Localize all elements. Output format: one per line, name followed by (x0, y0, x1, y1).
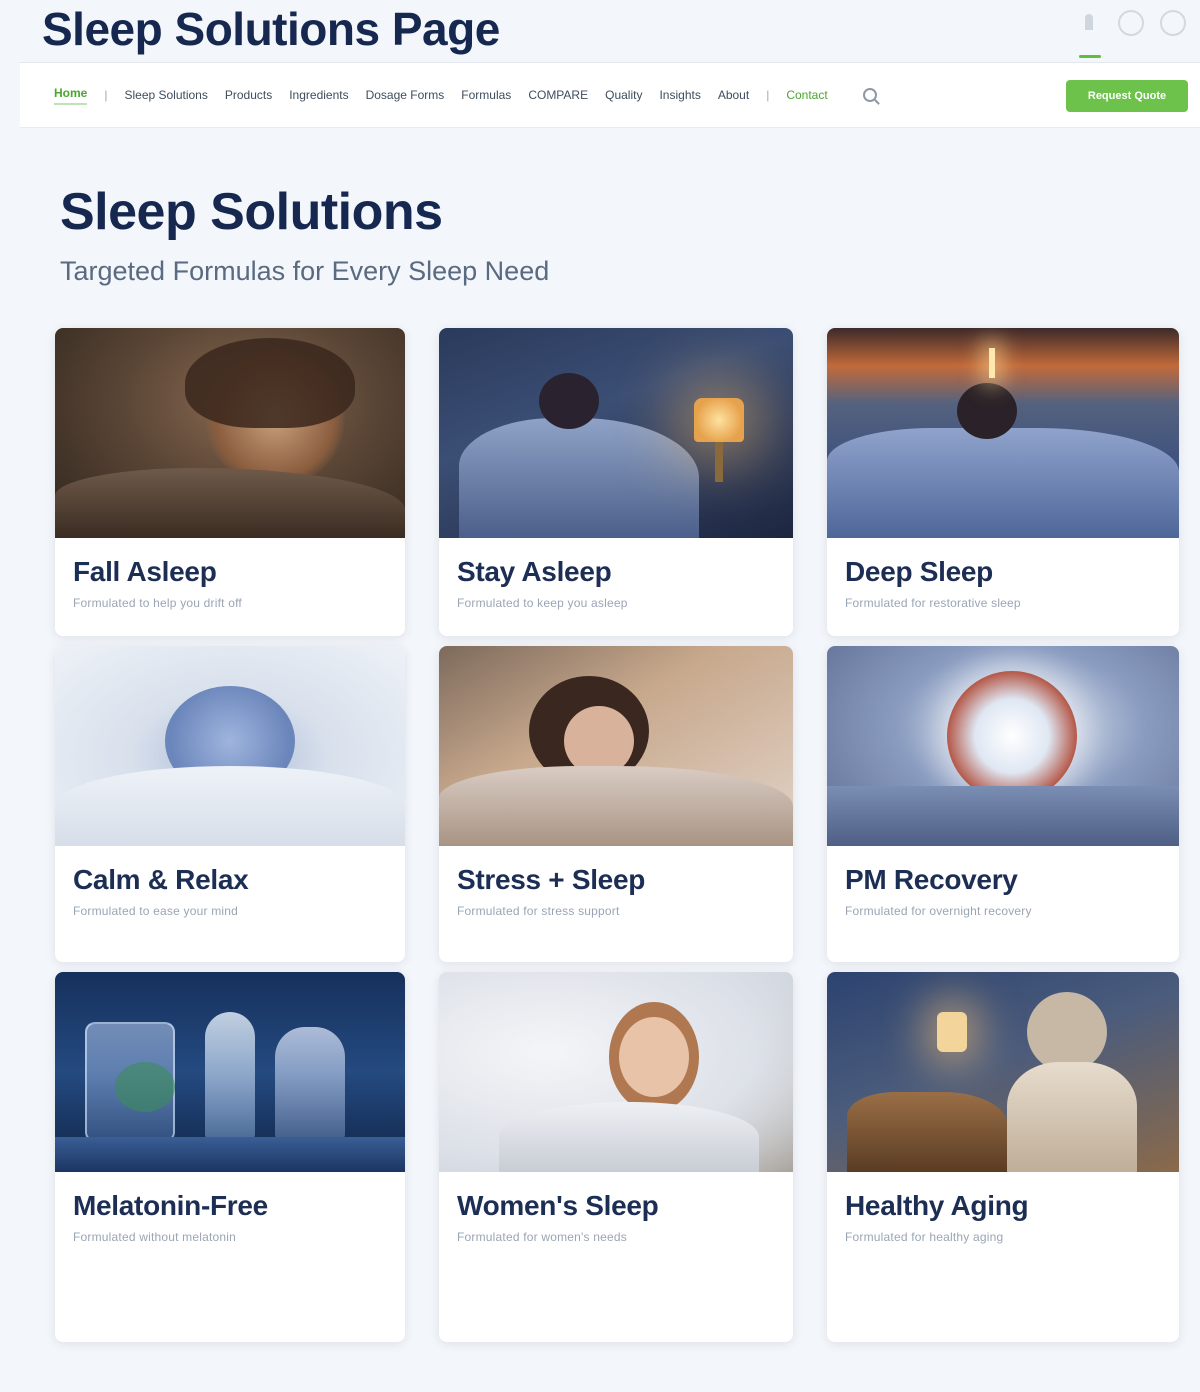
settings-icon[interactable] (1160, 10, 1186, 36)
card-title: Deep Sleep (845, 556, 993, 587)
nav-ingredients[interactable]: Ingredients (289, 88, 348, 102)
circle-icon[interactable] (1118, 10, 1144, 36)
card-description: Formulated to ease your mind (73, 904, 239, 918)
card-title: Women's Sleep (457, 1190, 659, 1221)
nav-dosage-forms[interactable]: Dosage Forms (366, 88, 445, 102)
card-image (439, 646, 793, 846)
card-title: Stay Asleep (457, 556, 612, 587)
nav-sleep-solutions[interactable]: Sleep Solutions (124, 88, 207, 102)
solution-card-fall-asleep[interactable]: Fall Asleep Formulated to help you drift… (55, 328, 405, 636)
window-controls (1076, 10, 1186, 58)
nav-separator: | (766, 88, 770, 102)
card-description: Formulated to keep you asleep (457, 596, 628, 610)
nav-formulas[interactable]: Formulas (461, 88, 511, 102)
solution-card-stay-asleep[interactable]: Stay Asleep Formulated to keep you aslee… (439, 328, 793, 636)
main-navigation: Home | Sleep Solutions Products Ingredie… (20, 62, 1200, 128)
card-description: Formulated without melatonin (73, 1230, 237, 1244)
card-description: Formulated for women's needs (457, 1230, 627, 1244)
page-subtitle: Targeted Formulas for Every Sleep Need (60, 256, 550, 286)
page-caption: Sleep Solutions Page (42, 3, 500, 55)
card-title: Fall Asleep (73, 556, 217, 587)
request-quote-button[interactable]: Request Quote (1066, 80, 1188, 112)
card-title: Calm & Relax (73, 864, 249, 895)
solutions-grid: Fall Asleep Formulated to help you drift… (55, 328, 1179, 1342)
solution-card-deep-sleep[interactable]: Deep Sleep Formulated for restorative sl… (827, 328, 1179, 636)
solution-card-melatonin-free[interactable]: Melatonin-Free Formulated without melato… (55, 972, 405, 1342)
nav-products[interactable]: Products (225, 88, 272, 102)
nav-home[interactable]: Home (54, 86, 88, 105)
page-title: Sleep Solutions (60, 183, 443, 241)
card-image (55, 328, 405, 538)
nav-compare[interactable]: COMPARE (528, 88, 588, 102)
card-image (55, 972, 405, 1172)
card-image (827, 972, 1179, 1172)
card-description: Formulated for overnight recovery (845, 904, 1032, 918)
solution-card-womens-sleep[interactable]: Women's Sleep Formulated for women's nee… (439, 972, 793, 1342)
solution-card-calm-relax[interactable]: Calm & Relax Formulated to ease your min… (55, 646, 405, 962)
card-title: Stress + Sleep (457, 864, 646, 895)
card-description: Formulated to help you drift off (73, 596, 242, 610)
solution-card-pm-recovery[interactable]: PM Recovery Formulated for overnight rec… (827, 646, 1179, 962)
search-icon[interactable] (862, 88, 877, 102)
card-title: Melatonin-Free (73, 1190, 268, 1221)
card-title: Healthy Aging (845, 1190, 1029, 1221)
card-image (439, 972, 793, 1172)
card-image (439, 328, 793, 538)
nav-about[interactable]: About (718, 88, 749, 102)
bottle-icon[interactable] (1076, 10, 1102, 58)
card-image (55, 646, 405, 846)
solution-card-stress-sleep[interactable]: Stress + Sleep Formulated for stress sup… (439, 646, 793, 962)
card-title: PM Recovery (845, 864, 1018, 895)
nav-contact[interactable]: Contact (786, 88, 827, 102)
nav-separator: | (104, 88, 108, 102)
nav-insights[interactable]: Insights (659, 88, 700, 102)
solution-card-healthy-aging[interactable]: Healthy Aging Formulated for healthy agi… (827, 972, 1179, 1342)
card-image (827, 328, 1179, 538)
card-description: Formulated for stress support (457, 904, 620, 918)
card-description: Formulated for healthy aging (845, 1230, 1004, 1244)
nav-quality[interactable]: Quality (605, 88, 642, 102)
hero-section: Sleep Solutions Targeted Formulas for Ev… (60, 182, 549, 287)
card-image (827, 646, 1179, 846)
card-description: Formulated for restorative sleep (845, 596, 1021, 610)
